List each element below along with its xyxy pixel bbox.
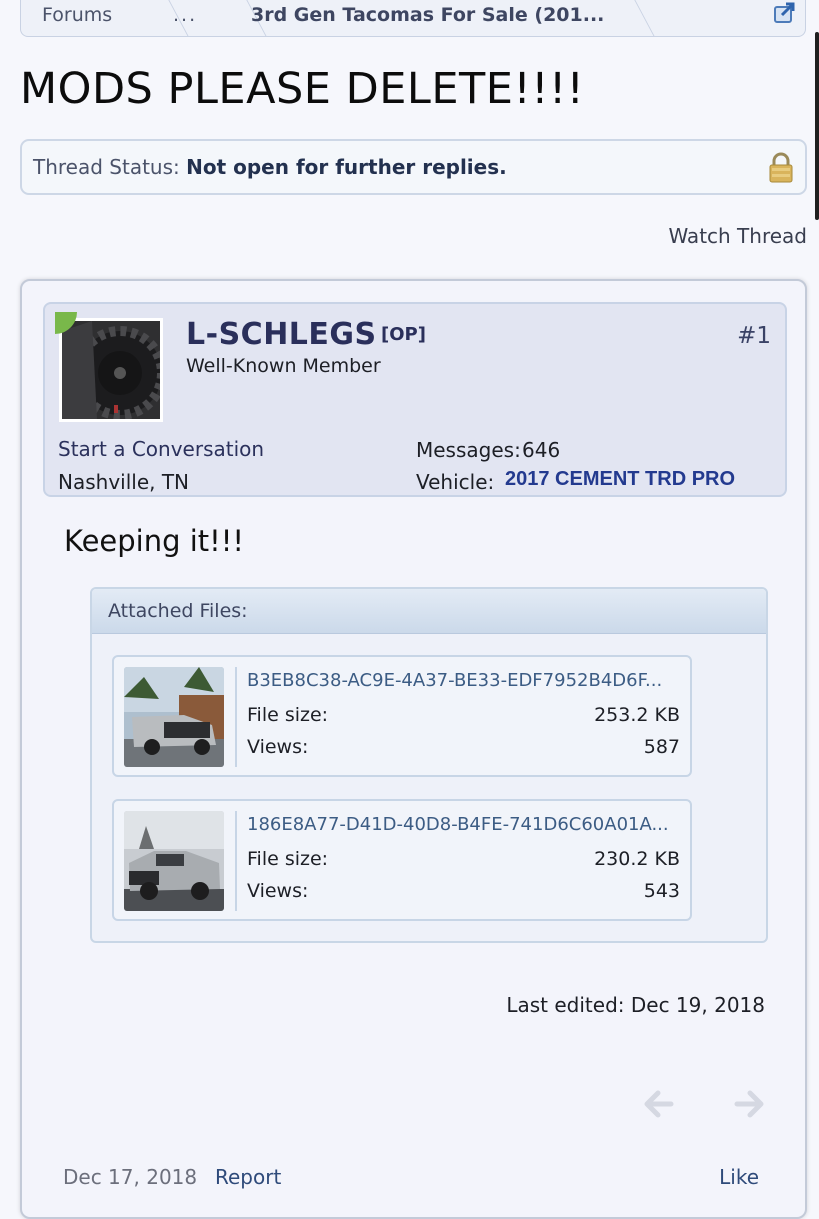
username[interactable]: L-SCHLEGS (186, 317, 377, 352)
breadcrumb-ellipsis[interactable]: ... (173, 0, 197, 36)
scrollbar-thumb[interactable] (815, 32, 819, 220)
attachment-item[interactable]: B3EB8C38-AC9E-4A37-BE33-EDF7952B4D6F... … (112, 655, 692, 777)
thread-status-value: Not open for further replies. (186, 155, 507, 179)
op-badge: [OP] (381, 324, 426, 345)
attachment-filename[interactable]: 186E8A77-D41D-40D8-B4FE-741D6C60A01A... (247, 814, 687, 835)
lock-icon (769, 152, 793, 183)
watch-thread-link[interactable]: Watch Thread (668, 224, 807, 248)
post: L-SCHLEGS [OP] #1 Well-Known Member Star… (20, 279, 807, 1219)
file-size-label: File size: (247, 848, 329, 870)
breadcrumb-divider (599, 0, 655, 36)
thread-status-label: Thread Status: (33, 155, 180, 179)
breadcrumb: Forums ... 3rd Gen Tacomas For Sale (201… (20, 0, 806, 37)
views-value: 543 (643, 880, 680, 902)
attachment-thumbnail[interactable] (124, 811, 224, 911)
file-size-value: 253.2 KB (594, 704, 680, 726)
post-date[interactable]: Dec 17, 2018 (63, 1165, 197, 1189)
thread-status: Thread Status: Not open for further repl… (33, 155, 507, 179)
arrow-right-icon[interactable] (733, 1087, 767, 1121)
attachment-thumbnail[interactable] (124, 667, 224, 767)
user-location: Nashville, TN (58, 470, 190, 494)
attached-files-header: Attached Files: (92, 589, 766, 634)
last-edited: Last edited: Dec 19, 2018 (506, 993, 765, 1017)
file-size-label: File size: (247, 704, 329, 726)
breadcrumb-forums[interactable]: Forums (42, 0, 112, 36)
page-title: MODS PLEASE DELETE!!!! (20, 64, 585, 114)
views-label: Views: (247, 880, 309, 902)
thread-status-box: Thread Status: Not open for further repl… (20, 139, 807, 195)
external-link-icon[interactable] (773, 2, 797, 24)
vehicle-value: 2017 CEMENT TRD PRO (505, 468, 736, 490)
avatar[interactable] (59, 318, 163, 422)
start-conversation-link[interactable]: Start a Conversation (58, 437, 264, 461)
post-permalink[interactable]: #1 (737, 323, 771, 349)
like-link[interactable]: Like (719, 1165, 759, 1189)
user-info-box: L-SCHLEGS [OP] #1 Well-Known Member Star… (43, 302, 787, 497)
attached-files-title: Attached Files: (108, 600, 248, 622)
vehicle-label: Vehicle: (416, 470, 495, 494)
file-size-value: 230.2 KB (594, 848, 680, 870)
views-label: Views: (247, 736, 309, 758)
post-message: Keeping it!!! (64, 524, 245, 558)
user-rank: Well-Known Member (186, 355, 381, 377)
attachment-divider (235, 811, 237, 911)
messages-label: Messages: (416, 438, 521, 462)
attachment-divider (235, 667, 237, 767)
avatar-image (62, 321, 160, 419)
views-value: 587 (643, 736, 680, 758)
messages-count: 646 (522, 438, 561, 462)
attachment-filename[interactable]: B3EB8C38-AC9E-4A37-BE33-EDF7952B4D6F... (247, 670, 687, 691)
attached-files: Attached Files: B3EB8C38-AC9E-4A37-BE33-… (90, 587, 768, 943)
attachment-item[interactable]: 186E8A77-D41D-40D8-B4FE-741D6C60A01A... … (112, 799, 692, 921)
breadcrumb-current-forum[interactable]: 3rd Gen Tacomas For Sale (201... (251, 0, 604, 36)
report-link[interactable]: Report (215, 1165, 281, 1189)
arrow-left-icon[interactable] (641, 1087, 675, 1121)
